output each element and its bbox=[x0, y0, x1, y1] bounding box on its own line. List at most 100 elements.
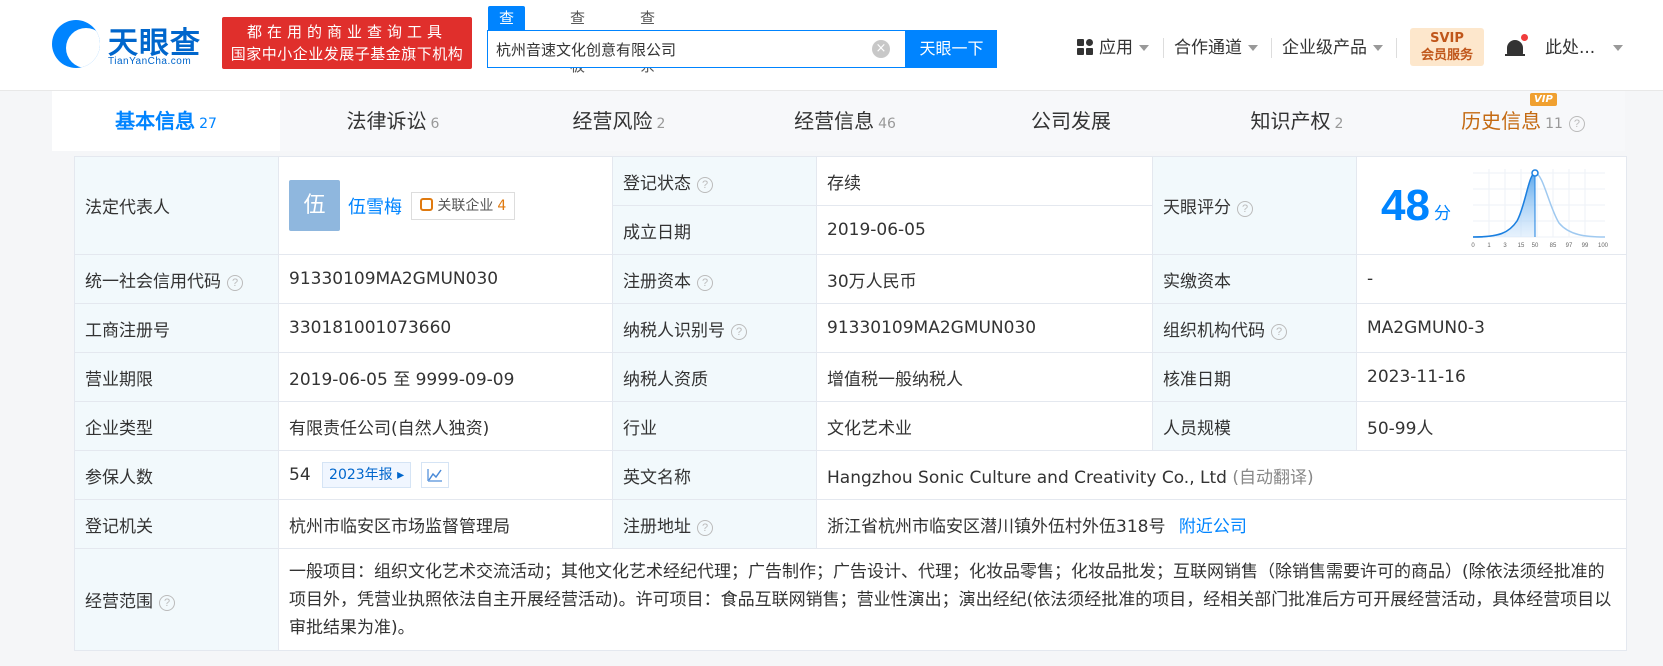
score-axis-tick: 15 bbox=[1518, 243, 1525, 249]
address-label: 注册地址? bbox=[612, 499, 817, 549]
tab-label: 历史信息 bbox=[1461, 109, 1542, 133]
score-cell[interactable]: 48 分 0 1 3 15 50 85 97 99 100 bbox=[1356, 156, 1627, 255]
nav-apps-label: 应用 bbox=[1099, 38, 1133, 58]
chevron-down-icon bbox=[1373, 45, 1383, 51]
chevron-down-icon bbox=[1613, 45, 1624, 51]
type-label: 企业类型 bbox=[74, 401, 279, 451]
annual-report-dropdown[interactable]: 2023年报 ▸ bbox=[322, 462, 412, 488]
reg-capital-value: 30万人民币 bbox=[816, 254, 1153, 304]
bell-icon[interactable] bbox=[1505, 34, 1528, 60]
tab-label: 法律诉讼 bbox=[346, 109, 427, 133]
score-axis-tick: 100 bbox=[1598, 243, 1609, 249]
chevron-down-icon bbox=[1248, 45, 1258, 51]
paid-capital-value: - bbox=[1356, 254, 1627, 304]
slogan-banner: 都在用的商业查询工具 国家中小企业发展子基金旗下机构 bbox=[222, 17, 472, 69]
avatar[interactable]: 伍 bbox=[289, 180, 340, 231]
tab-history[interactable]: 历史信息 11? bbox=[1410, 91, 1636, 151]
table-row: 统一社会信用代码? 91330109MA2GMUN030 注册资本? 30万人民… bbox=[74, 254, 1627, 304]
en-name-label: 英文名称 bbox=[612, 450, 817, 500]
top-header: 天眼查 TianYanCha.com 都在用的商业查询工具 国家中小企业发展子基… bbox=[0, 0, 1663, 91]
search-tab-boss[interactable]: 查老板 bbox=[570, 6, 585, 75]
help-icon[interactable]: ? bbox=[1237, 201, 1253, 217]
help-icon[interactable]: ? bbox=[697, 274, 713, 291]
search-tab-company[interactable]: 查公司 bbox=[488, 6, 526, 75]
related-label: 关联企业 bbox=[437, 197, 494, 214]
basic-info-table: 法定代表人 伍伍雪梅 关联企业 4 登记状态? 存续 天眼评分? 48 分 0 … bbox=[74, 156, 1627, 651]
legal-rep-cell: 伍伍雪梅 关联企业 4 bbox=[278, 156, 613, 255]
table-row: 法定代表人 伍伍雪梅 关联企业 4 登记状态? 存续 天眼评分? 48 分 0 … bbox=[74, 156, 1627, 255]
tab-count: 46 bbox=[878, 116, 896, 132]
related-companies-button[interactable]: 关联企业 4 bbox=[411, 191, 516, 220]
user-name: 此处... bbox=[1545, 38, 1596, 58]
table-row: 登记机关 杭州市临安区市场监督管理局 注册地址? 浙江省杭州市临安区潜川镇外伍村… bbox=[74, 499, 1627, 549]
tab-label: 基本信息 bbox=[115, 109, 196, 133]
org-code-value: MA2GMUN0-3 bbox=[1356, 303, 1627, 353]
score-axis-tick: 99 bbox=[1582, 243, 1589, 249]
slogan-line1: 都在用的商业查询工具 bbox=[246, 23, 447, 41]
user-menu[interactable]: 此处... bbox=[1545, 36, 1624, 60]
section-tabs: 基本信息 27 法律诉讼 6 经营风险 2 经营信息 46 公司发展 知识产权 2 历史信… bbox=[52, 91, 1625, 151]
tab-basic-info[interactable]: 基本信息 27 bbox=[52, 91, 280, 151]
tab-risk[interactable]: 经营风险 2 bbox=[506, 91, 732, 151]
svip-button[interactable]: SVIP 会员服务 bbox=[1410, 28, 1484, 66]
org-code-label: 组织机构代码? bbox=[1152, 303, 1357, 353]
staff-value: 50-99人 bbox=[1356, 401, 1627, 451]
score-axis-tick: 50 bbox=[1532, 243, 1539, 249]
vip-tag: VIP bbox=[1530, 93, 1557, 106]
address-value: 浙江省杭州市临安区潜川镇外伍村外伍318号 bbox=[827, 516, 1166, 537]
en-name-value: Hangzhou Sonic Culture and Creativity Co… bbox=[827, 467, 1227, 488]
tab-label: 经营风险 bbox=[572, 109, 653, 133]
tax-qual-value: 增值税一般纳税人 bbox=[816, 352, 1153, 402]
help-icon[interactable]: ? bbox=[1271, 323, 1287, 340]
credit-code-label: 统一社会信用代码? bbox=[74, 254, 279, 304]
tab-legal[interactable]: 法律诉讼 6 bbox=[280, 91, 506, 151]
related-count: 4 bbox=[497, 197, 507, 214]
table-row: 工商注册号 330181001073660 纳税人识别号? 91330109MA… bbox=[74, 303, 1627, 353]
tab-ip[interactable]: 知识产权 2 bbox=[1184, 91, 1410, 151]
notification-dot bbox=[1521, 34, 1528, 41]
legal-rep-name[interactable]: 伍雪梅 bbox=[348, 197, 402, 218]
tab-operation[interactable]: 经营信息 46 bbox=[732, 91, 958, 151]
clear-icon[interactable]: × bbox=[872, 40, 890, 58]
taxpayer-id-value: 91330109MA2GMUN030 bbox=[816, 303, 1153, 353]
scope-value: 一般项目：组织文化艺术交流活动；其他文化艺术经纪代理；广告制作；广告设计、代理；… bbox=[278, 548, 1627, 651]
help-icon[interactable]: ? bbox=[697, 176, 713, 193]
help-icon[interactable]: ? bbox=[697, 519, 713, 536]
tab-development[interactable]: 公司发展 bbox=[958, 91, 1184, 151]
legal-rep-label: 法定代表人 bbox=[74, 156, 279, 255]
search-button[interactable]: 天眼一下 bbox=[906, 30, 997, 68]
nearby-companies-link[interactable]: 附近公司 bbox=[1179, 517, 1247, 537]
score-axis-tick: 3 bbox=[1503, 243, 1507, 249]
help-icon[interactable]: ? bbox=[227, 274, 243, 291]
relation-icon bbox=[420, 197, 434, 211]
help-icon[interactable]: ? bbox=[731, 323, 747, 340]
svip-member-label: 会员服务 bbox=[1420, 48, 1473, 63]
search-input[interactable] bbox=[496, 31, 856, 67]
approve-date-value: 2023-11-16 bbox=[1356, 352, 1627, 402]
founded-label: 成立日期 bbox=[612, 205, 817, 255]
nav-partners[interactable]: 合作通道 bbox=[1174, 36, 1258, 60]
table-row: 参保人数 54 2023年报 ▸ 英文名称 Hangzhou Sonic Cul… bbox=[74, 450, 1627, 500]
nav-partners-label: 合作通道 bbox=[1174, 38, 1242, 58]
nav-divider bbox=[1271, 38, 1272, 58]
svip-crown-label: SVIP bbox=[1430, 31, 1464, 46]
tab-count: 27 bbox=[199, 116, 217, 132]
score-axis-tick: 1 bbox=[1487, 243, 1491, 249]
table-row: 经营范围? 一般项目：组织文化艺术交流活动；其他文化艺术经纪代理；广告制作；广告… bbox=[74, 548, 1627, 651]
slogan-line2: 国家中小企业发展子基金旗下机构 bbox=[230, 45, 464, 63]
trend-chart-icon[interactable] bbox=[420, 462, 449, 488]
chevron-down-icon bbox=[1139, 45, 1149, 51]
term-value: 2019-06-05 至 9999-09-09 bbox=[278, 352, 613, 402]
search-tab-relation[interactable]: 查关系 bbox=[640, 6, 655, 75]
nav-enterprise[interactable]: 企业级产品 bbox=[1282, 36, 1383, 60]
tab-label: 公司发展 bbox=[1031, 109, 1111, 133]
tianyancha-logo[interactable]: 天眼查 TianYanCha.com bbox=[52, 18, 212, 70]
approve-date-label: 核准日期 bbox=[1152, 352, 1357, 402]
nav-divider bbox=[1163, 38, 1164, 58]
credit-code-value: 91330109MA2GMUN030 bbox=[278, 254, 613, 304]
nav-apps[interactable]: 应用 bbox=[1077, 36, 1149, 60]
help-icon[interactable]: ? bbox=[1568, 116, 1585, 132]
help-icon[interactable]: ? bbox=[159, 595, 175, 611]
table-row: 营业期限 2019-06-05 至 9999-09-09 纳税人资质 增值税一般… bbox=[74, 352, 1627, 402]
tab-count: 2 bbox=[1334, 116, 1344, 132]
